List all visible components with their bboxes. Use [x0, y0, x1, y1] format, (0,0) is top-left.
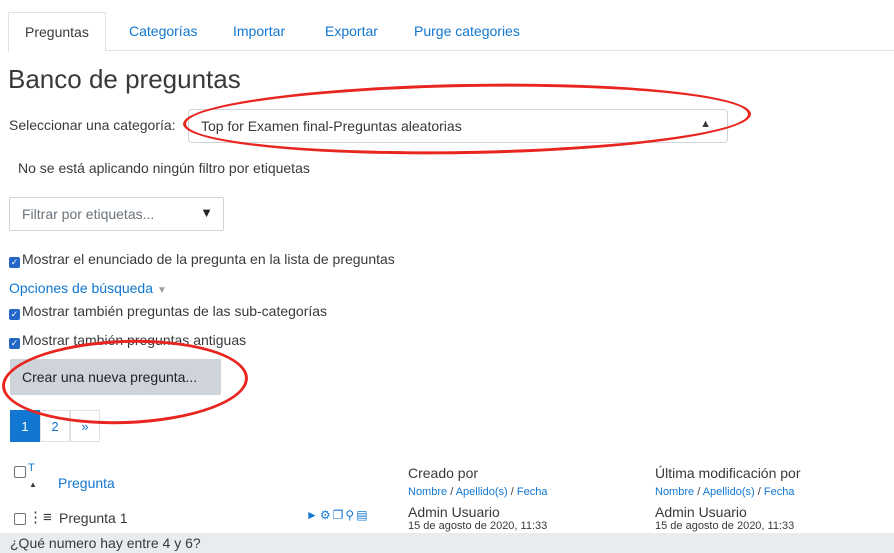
modified-by: Admin Usuario	[655, 504, 747, 520]
sort-modified-name-link[interactable]: Nombre	[655, 486, 694, 498]
checkbox-checked-icon[interactable]: ✓	[9, 309, 20, 320]
separator: /	[510, 486, 514, 498]
sort-up-icon: ▲	[29, 480, 37, 489]
tab-purge-categories[interactable]: Purge categories	[414, 12, 520, 50]
modified-date: 15 de agosto de 2020, 11:33	[655, 520, 795, 532]
subcategories-option[interactable]: ✓ Mostrar también preguntas de las sub-ca…	[9, 303, 327, 320]
select-arrows-icon: ▲	[700, 118, 711, 130]
separator: /	[450, 486, 454, 498]
separator: /	[697, 486, 701, 498]
column-modified-header: Última modificación por	[655, 465, 801, 481]
multichoice-icon: ⋮≡	[28, 509, 52, 526]
checkbox-checked-icon[interactable]: ✓	[9, 257, 20, 268]
row-checkbox[interactable]	[14, 513, 26, 525]
tab-categorias[interactable]: Categorías	[129, 12, 197, 50]
gear-icon[interactable]: ⚙	[320, 508, 331, 522]
select-all-checkbox[interactable]	[14, 466, 26, 478]
sort-created-name-link[interactable]: Nombre	[408, 486, 447, 498]
sort-modified-surname-link[interactable]: Apellido(s)	[703, 486, 755, 498]
show-text-option[interactable]: ✓ Mostrar el enunciado de la pregunta en …	[9, 251, 395, 268]
category-select-value: Top for Examen final-Preguntas aleatoria…	[201, 118, 462, 134]
sort-by-type-link[interactable]: T	[28, 462, 35, 474]
modified-sort-links: Nombre / Apellido(s) / Fecha	[655, 486, 794, 498]
row-actions: ► ⚙ ❐ ⚲ ▤	[306, 508, 370, 522]
search-options-label: Opciones de búsqueda	[9, 280, 153, 296]
dropdown-arrow-icon[interactable]: ▼	[200, 205, 213, 220]
filter-status: No se está aplicando ningún filtro por e…	[18, 160, 310, 176]
tag-filter-placeholder: Filtrar por etiquetas...	[22, 206, 155, 222]
column-question-header[interactable]: Pregunta	[58, 475, 115, 491]
tab-importar[interactable]: Importar	[233, 12, 285, 50]
separator: /	[757, 486, 761, 498]
new-question-button[interactable]: Crear una nueva pregunta...	[10, 359, 221, 395]
subcategories-label: Mostrar también preguntas de las sub-cat…	[22, 303, 328, 319]
old-questions-option[interactable]: ✓ Mostrar también preguntas antiguas	[9, 332, 246, 349]
question-name: Pregunta 1	[59, 510, 128, 526]
show-text-label: Mostrar el enunciado de la pregunta en l…	[22, 251, 395, 267]
trash-icon[interactable]: ▤	[356, 508, 367, 522]
old-questions-label: Mostrar también preguntas antiguas	[22, 332, 247, 348]
page-title: Banco de preguntas	[8, 64, 241, 94]
created-by: Admin Usuario	[408, 504, 500, 520]
tab-preguntas[interactable]: Preguntas	[8, 12, 106, 52]
preview-icon[interactable]: ⚲	[345, 508, 354, 522]
created-date: 15 de agosto de 2020, 11:33	[408, 520, 548, 532]
next-page-button[interactable]: »	[70, 410, 100, 442]
tab-exportar[interactable]: Exportar	[325, 12, 378, 50]
search-options-link[interactable]: Opciones de búsqueda ▼	[9, 280, 167, 296]
tag-filter-input[interactable]: Filtrar por etiquetas... ▼	[9, 197, 224, 231]
category-select[interactable]: Top for Examen final-Preguntas aleatoria…	[188, 109, 728, 143]
created-sort-links: Nombre / Apellido(s) / Fecha	[408, 486, 547, 498]
duplicate-icon[interactable]: ❐	[333, 508, 344, 522]
caret-down-icon: ▼	[157, 285, 167, 296]
category-label: Seleccionar una categoría:	[9, 117, 176, 133]
sort-modified-date-link[interactable]: Fecha	[764, 486, 795, 498]
question-text: ¿Qué numero hay entre 4 y 6?	[0, 533, 894, 553]
sort-created-surname-link[interactable]: Apellido(s)	[456, 486, 508, 498]
tags-icon[interactable]: ►	[306, 508, 318, 522]
page-2-button[interactable]: 2	[40, 410, 70, 442]
tab-bar: Preguntas Categorías Importar Exportar P…	[8, 12, 894, 52]
sort-created-date-link[interactable]: Fecha	[517, 486, 548, 498]
checkbox-checked-icon[interactable]: ✓	[9, 338, 20, 349]
column-created-header: Creado por	[408, 465, 479, 481]
page-1-button[interactable]: 1	[10, 410, 40, 442]
